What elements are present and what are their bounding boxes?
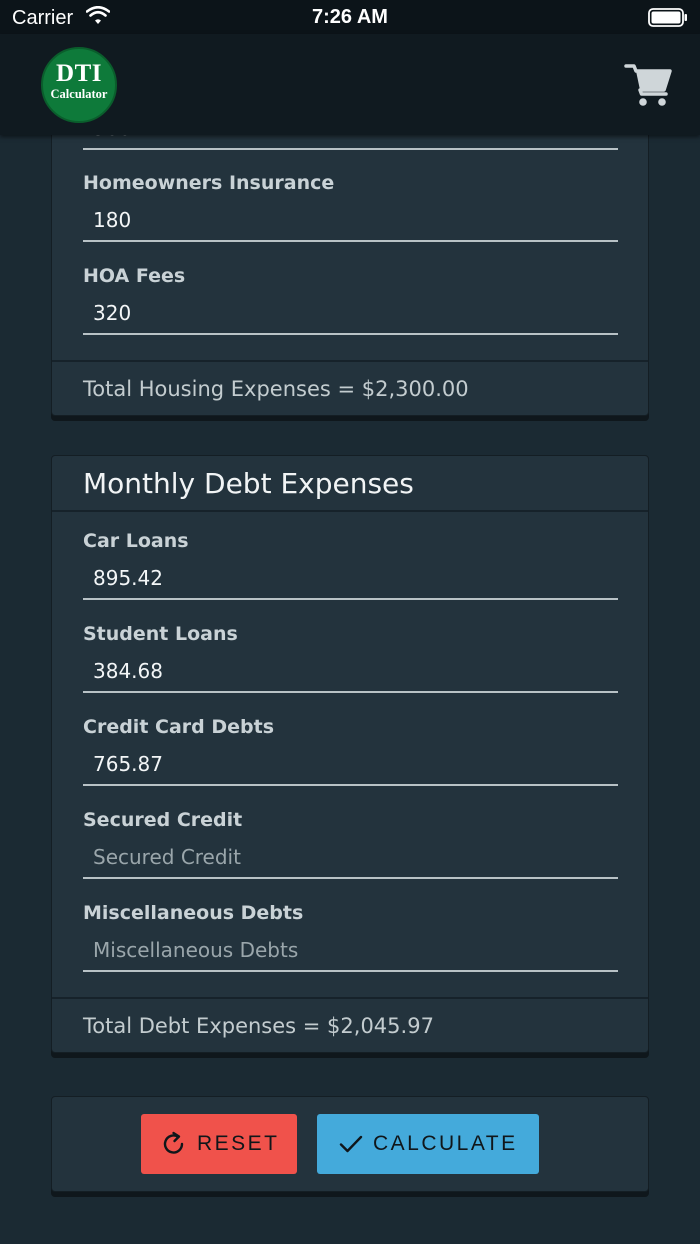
reset-label: RESET xyxy=(197,1132,280,1155)
hoa-fees-field[interactable]: HOA Fees 320 xyxy=(52,247,648,340)
car-loans-field[interactable]: Car Loans 895.42 xyxy=(52,512,648,605)
debt-section-title: Monthly Debt Expenses xyxy=(52,456,648,512)
field-label: Credit Card Debts xyxy=(83,716,275,738)
homeowners-insurance-input[interactable]: 180 xyxy=(83,198,618,242)
secured-credit-input[interactable]: Secured Credit xyxy=(83,835,618,879)
debt-expenses-card: Monthly Debt Expenses Car Loans 895.42 S… xyxy=(51,455,649,1053)
cart-icon[interactable] xyxy=(624,62,672,108)
field-label: Car Loans xyxy=(83,530,189,552)
reset-button[interactable]: RESET xyxy=(141,1114,297,1174)
app-header: DTI Calculator xyxy=(0,34,700,135)
scroll-content[interactable]: 300 Homeowners Insurance 180 HOA Fees 32… xyxy=(0,135,700,1244)
calculate-label: CALCULATE xyxy=(373,1132,518,1155)
field-label: Homeowners Insurance xyxy=(83,172,335,194)
actions-card: RESET CALCULATE xyxy=(51,1096,649,1192)
dti-calculator-logo: DTI Calculator xyxy=(41,47,117,123)
total-debt-expenses: Total Debt Expenses = $2,045.97 xyxy=(52,997,648,1052)
credit-card-debts-input[interactable]: 765.87 xyxy=(83,742,618,786)
logo-text-line2: Calculator xyxy=(50,87,108,101)
field-label: Student Loans xyxy=(83,623,238,645)
homeowners-insurance-field[interactable]: Homeowners Insurance 180 xyxy=(52,154,648,247)
partial-field-input[interactable]: 300 xyxy=(83,135,618,150)
credit-card-debts-field[interactable]: Credit Card Debts 765.87 xyxy=(52,698,648,791)
miscellaneous-debts-field[interactable]: Miscellaneous Debts Miscellaneous Debts xyxy=(52,884,648,977)
car-loans-input[interactable]: 895.42 xyxy=(83,556,618,600)
partial-field[interactable]: 300 xyxy=(52,135,648,154)
housing-expenses-card: 300 Homeowners Insurance 180 HOA Fees 32… xyxy=(51,135,649,416)
field-label: HOA Fees xyxy=(83,265,186,287)
hoa-fees-input[interactable]: 320 xyxy=(83,291,618,335)
field-label: Secured Credit xyxy=(83,809,243,831)
miscellaneous-debts-input[interactable]: Miscellaneous Debts xyxy=(83,928,618,972)
status-bar: Carrier 7:26 AM xyxy=(0,0,700,34)
checkmark-icon xyxy=(339,1135,363,1153)
student-loans-input[interactable]: 384.68 xyxy=(83,649,618,693)
battery-icon xyxy=(648,8,687,27)
field-label: Miscellaneous Debts xyxy=(83,902,304,924)
calculate-button[interactable]: CALCULATE xyxy=(317,1114,539,1174)
total-housing-expenses: Total Housing Expenses = $2,300.00 xyxy=(52,360,648,415)
refresh-icon xyxy=(163,1131,184,1154)
status-time: 7:26 AM xyxy=(312,6,388,28)
secured-credit-field[interactable]: Secured Credit Secured Credit xyxy=(52,791,648,884)
logo-text-line1: DTI xyxy=(56,60,102,87)
student-loans-field[interactable]: Student Loans 384.68 xyxy=(52,605,648,698)
